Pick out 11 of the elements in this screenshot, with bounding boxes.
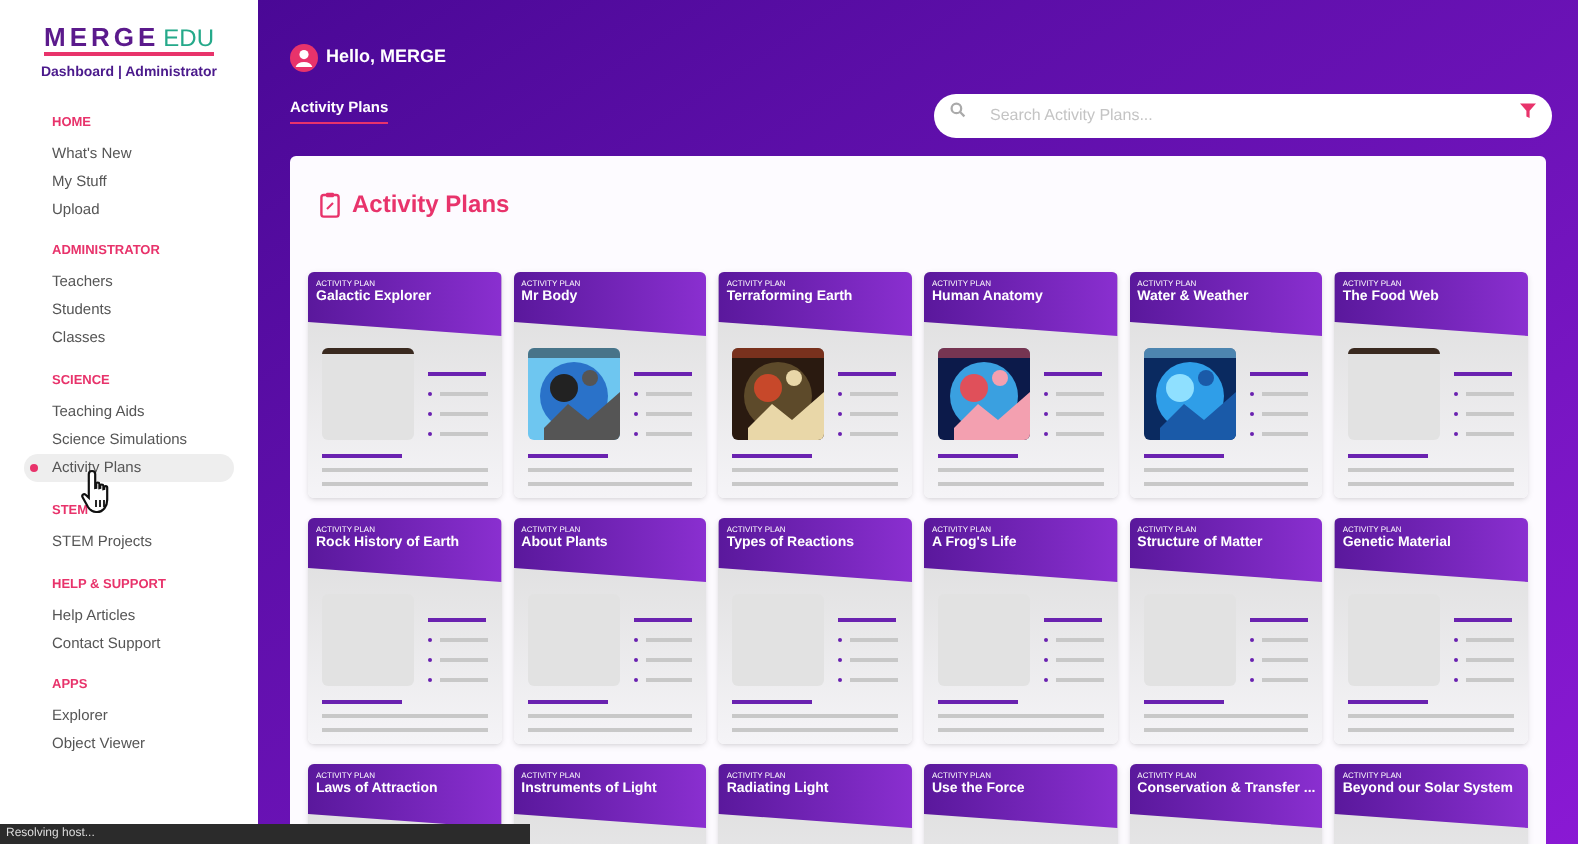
image-placeholder bbox=[1348, 348, 1441, 440]
filter-icon[interactable] bbox=[1520, 102, 1536, 118]
logo-text: MERGE bbox=[43, 24, 160, 50]
search-field[interactable]: Search Activity Plans... bbox=[934, 93, 1552, 137]
avatar-icon[interactable] bbox=[290, 44, 318, 72]
greeting-text: Hello, MERGE bbox=[326, 44, 447, 71]
logo-suffix: EDU bbox=[163, 26, 214, 50]
panel-title: Activity Plans bbox=[352, 188, 510, 222]
image-placeholder bbox=[322, 348, 414, 440]
clipboard-icon bbox=[320, 191, 340, 217]
search-icon bbox=[950, 102, 966, 118]
